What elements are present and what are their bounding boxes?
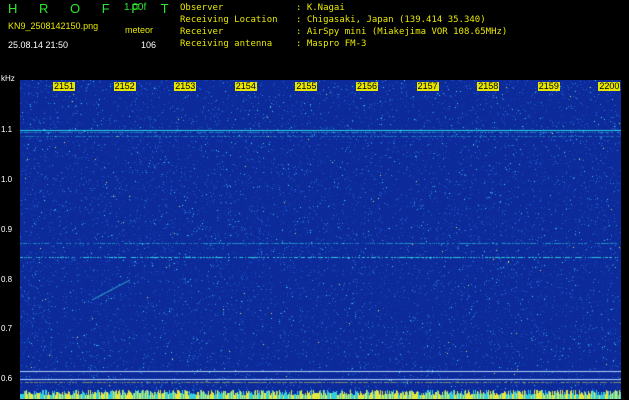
freq-tick-label: 0.8 [1, 275, 13, 284]
time-tick-label: 2159 [537, 81, 560, 91]
mode-label: meteor [125, 25, 154, 35]
receiver-value: : AirSpy mini (Miakejima VOR 108.65MHz) [296, 27, 508, 37]
time-tick-label: 2151 [53, 81, 76, 91]
freq-tick-label: 0.7 [1, 324, 13, 333]
time-tick-label: 2157 [416, 81, 439, 91]
version-label: 1.00f [124, 2, 147, 13]
app-title: H R O F F T [8, 1, 178, 16]
time-tick-label: 2200 [598, 81, 621, 91]
time-tick-label: 2153 [174, 81, 197, 91]
right-border [621, 80, 629, 400]
time-tick-label: 2156 [356, 81, 379, 91]
location-label: Receiving Location [180, 15, 278, 25]
filename-label: KN9_2508142150.png [8, 21, 99, 31]
observer-label: Observer [180, 3, 224, 13]
spectrogram-canvas [20, 80, 621, 399]
receiver-label: Receiver [180, 27, 224, 37]
freq-tick-label: 1.0 [1, 175, 13, 184]
location-value: : Chigasaki, Japan (139.414 35.340) [296, 15, 486, 25]
freq-tick-label: 1.1 [1, 125, 13, 134]
freq-unit-label: kHz [1, 74, 15, 83]
time-tick-label: 2152 [113, 81, 136, 91]
count-label: 106 [141, 40, 157, 50]
time-tick-label: 2158 [477, 81, 500, 91]
header-panel: H R O F F T 1.00f KN9_2508142150.png met… [0, 0, 629, 80]
antenna-value: : Maspro FM-3 [296, 39, 367, 49]
freq-tick-label: 0.9 [1, 225, 13, 234]
datetime-label: 25.08.14 21:50 [8, 40, 69, 50]
time-tick-label: 2154 [234, 81, 257, 91]
time-tick-label: 2155 [295, 81, 318, 91]
spectrogram-plot [20, 80, 621, 399]
observer-value: : K.Nagai [296, 3, 345, 13]
freq-tick-label: 0.6 [1, 374, 13, 383]
antenna-label: Receiving antenna [180, 39, 273, 49]
